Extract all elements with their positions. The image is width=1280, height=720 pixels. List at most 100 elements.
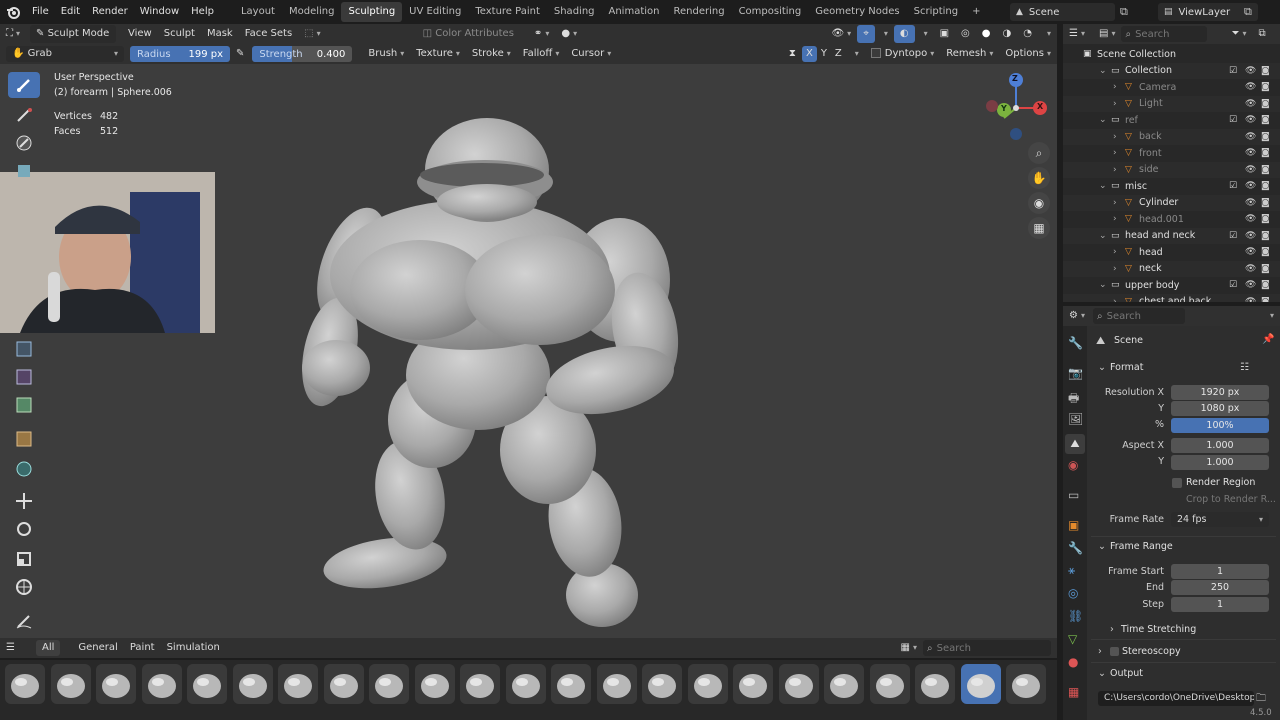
visibility-eye-icon[interactable]: 👁 xyxy=(1245,247,1256,257)
frame-step-field[interactable]: 1 xyxy=(1171,597,1269,612)
expand-chevron-icon[interactable]: › xyxy=(1113,198,1117,208)
output-path-field[interactable]: C:\Users\cordo\OneDrive\Desktop\ xyxy=(1098,691,1254,706)
outliner-row[interactable]: › ▽ side 👁 ◙ xyxy=(1063,161,1280,178)
outliner-item-label[interactable]: Light xyxy=(1139,98,1163,109)
outliner-editor-type-icon[interactable]: ☰ ▾ xyxy=(1063,24,1093,44)
gizmo-dropdown-icon[interactable]: ▾ xyxy=(875,24,894,44)
render-camera-icon[interactable]: ◙ xyxy=(1261,82,1270,92)
brush-flatten-thumbnail[interactable] xyxy=(369,664,409,704)
modifiers-tab-icon[interactable]: 🔧 xyxy=(1068,541,1083,555)
collapse-chevron-icon[interactable]: ⌄ xyxy=(1099,280,1107,290)
visibility-eye-icon[interactable]: 👁 xyxy=(1245,148,1256,158)
properties-options-icon[interactable]: ▾ xyxy=(1261,306,1280,326)
render-camera-icon[interactable]: ◙ xyxy=(1261,264,1270,274)
filter-icon[interactable]: ⏷ ▾ xyxy=(1225,24,1252,44)
tab-shading[interactable]: Shading xyxy=(547,2,602,22)
tab-uv-editing[interactable]: UV Editing xyxy=(402,2,468,22)
face-sets-dropdown-icon[interactable]: ⬚ ▾ xyxy=(298,24,326,44)
physics-tab-icon[interactable]: ◎ xyxy=(1068,586,1078,600)
overlays-icon[interactable]: ◐ xyxy=(893,25,915,43)
new-collection-icon[interactable]: ⧉ xyxy=(1252,24,1271,44)
render-tab-icon[interactable]: 📷 xyxy=(1068,366,1083,380)
scene-selector[interactable]: ▲ Scene xyxy=(1010,3,1115,21)
visibility-eye-icon[interactable]: 👁 xyxy=(1245,280,1256,290)
view-object-types-icon[interactable]: 👁 ▾ xyxy=(825,24,857,44)
visibility-eye-icon[interactable]: 👁 xyxy=(1245,297,1256,303)
output-panel-title[interactable]: Output xyxy=(1110,668,1143,679)
render-region-checkbox[interactable] xyxy=(1172,478,1182,488)
axis-y-toggle[interactable]: Y xyxy=(817,44,831,64)
outliner-item-label[interactable]: misc xyxy=(1125,181,1147,192)
ortho-grid-icon[interactable]: ▦ xyxy=(1028,217,1050,239)
format-panel-chevron[interactable]: ⌄ xyxy=(1098,362,1106,373)
menu-cursor[interactable]: Cursor ▾ xyxy=(565,44,617,64)
shelf-menu-icon[interactable]: ☰ xyxy=(0,638,36,658)
dyntopo-checkbox[interactable] xyxy=(870,48,881,58)
add-workspace-button[interactable]: + xyxy=(965,2,987,22)
expand-chevron-icon[interactable]: › xyxy=(1113,247,1117,257)
new-view-layer-icon[interactable]: ⧉ xyxy=(1244,3,1252,21)
menu-brush[interactable]: Brush ▾ xyxy=(362,44,410,64)
rendered-shading-icon[interactable]: ◔ xyxy=(1017,24,1038,44)
menu-mask[interactable]: Mask xyxy=(201,24,239,44)
brush-layer-thumbnail[interactable] xyxy=(505,664,546,704)
exclude-checkbox[interactable]: ☑ xyxy=(1229,66,1237,76)
brush-elastic-deform-thumbnail[interactable] xyxy=(278,664,318,704)
world-tab-icon[interactable]: ◉ xyxy=(1068,458,1078,472)
visibility-eye-icon[interactable]: 👁 xyxy=(1245,132,1256,142)
render-camera-icon[interactable]: ◙ xyxy=(1261,247,1270,257)
stereoscopy-chevron[interactable]: › xyxy=(1098,646,1102,657)
scene-tab-icon[interactable]: ⛰ xyxy=(1065,434,1085,454)
wireframe-shading-icon[interactable]: ◎ xyxy=(955,24,976,44)
shelf-tab-general[interactable]: General xyxy=(72,638,123,658)
scale-tool[interactable] xyxy=(8,546,40,572)
mirror-icon[interactable]: ⧗ xyxy=(783,44,802,64)
frame-end-field[interactable]: 250 xyxy=(1171,580,1269,595)
tab-modeling[interactable]: Modeling xyxy=(282,2,342,22)
render-camera-icon[interactable]: ◙ xyxy=(1261,99,1270,109)
paint-brush-tool[interactable] xyxy=(8,102,40,128)
annotate-tool[interactable] xyxy=(8,608,40,634)
strength-field[interactable]: Strength 0.400 xyxy=(252,46,353,62)
brush-snake-hook-thumbnail[interactable] xyxy=(915,664,955,704)
visibility-eye-icon[interactable]: 👁 xyxy=(1245,198,1256,208)
transform-tool[interactable] xyxy=(8,574,40,600)
menu-file[interactable]: File xyxy=(26,0,55,24)
menu-help[interactable]: Help xyxy=(185,0,220,24)
resolution-x-field[interactable]: 1920 px xyxy=(1171,385,1269,400)
mask-brush-tool[interactable] xyxy=(8,130,40,156)
dyntopo-toggle[interactable]: Dyntopo ▾ xyxy=(865,44,940,64)
outliner-item-label[interactable]: chest and back xyxy=(1139,296,1211,302)
menu-edit[interactable]: Edit xyxy=(55,0,86,24)
outliner-item-label[interactable]: Camera xyxy=(1139,82,1176,93)
resolution-y-field[interactable]: 1080 px xyxy=(1171,401,1269,416)
visibility-eye-icon[interactable]: 👁 xyxy=(1245,264,1256,274)
time-stretching-panel[interactable]: Time Stretching xyxy=(1121,624,1196,635)
render-camera-icon[interactable]: ◙ xyxy=(1261,132,1270,142)
tab-layout[interactable]: Layout xyxy=(234,2,282,22)
presets-icon[interactable]: ☷ xyxy=(1240,362,1249,373)
outliner-item-label[interactable]: Scene Collection xyxy=(1097,49,1176,60)
render-camera-icon[interactable]: ◙ xyxy=(1261,165,1270,175)
render-camera-icon[interactable]: ◙ xyxy=(1261,181,1270,191)
outliner-row[interactable]: › ▽ neck 👁 ◙ xyxy=(1063,260,1280,277)
menu-texture[interactable]: Texture ▾ xyxy=(410,44,466,64)
collection-tab-icon[interactable]: ▭ xyxy=(1068,488,1079,502)
constraints-tab-icon[interactable]: ⛓ xyxy=(1068,609,1083,623)
tab-rendering[interactable]: Rendering xyxy=(666,2,731,22)
tab-texture-paint[interactable]: Texture Paint xyxy=(468,2,547,22)
overlays-dropdown-icon[interactable]: ▾ xyxy=(915,24,934,44)
properties-search-input[interactable]: ⌕ Search xyxy=(1093,308,1185,324)
expand-chevron-icon[interactable]: › xyxy=(1113,214,1117,224)
brush-nudge-thumbnail[interactable] xyxy=(642,664,682,704)
outliner-item-label[interactable]: head and neck xyxy=(1125,230,1195,241)
render-camera-icon[interactable]: ◙ xyxy=(1261,231,1270,241)
stereoscopy-panel[interactable]: Stereoscopy xyxy=(1122,646,1181,657)
tool-selector[interactable]: ✋ Grab ▾ xyxy=(6,46,124,62)
menu-face-sets[interactable]: Face Sets xyxy=(239,24,298,44)
axis-z-toggle[interactable]: Z xyxy=(831,44,846,64)
collapse-chevron-icon[interactable]: ⌄ xyxy=(1099,66,1107,76)
menu-view[interactable]: View xyxy=(122,24,158,44)
expand-chevron-icon[interactable]: › xyxy=(1113,132,1117,142)
outliner-row[interactable]: › ▽ back 👁 ◙ xyxy=(1063,128,1280,145)
